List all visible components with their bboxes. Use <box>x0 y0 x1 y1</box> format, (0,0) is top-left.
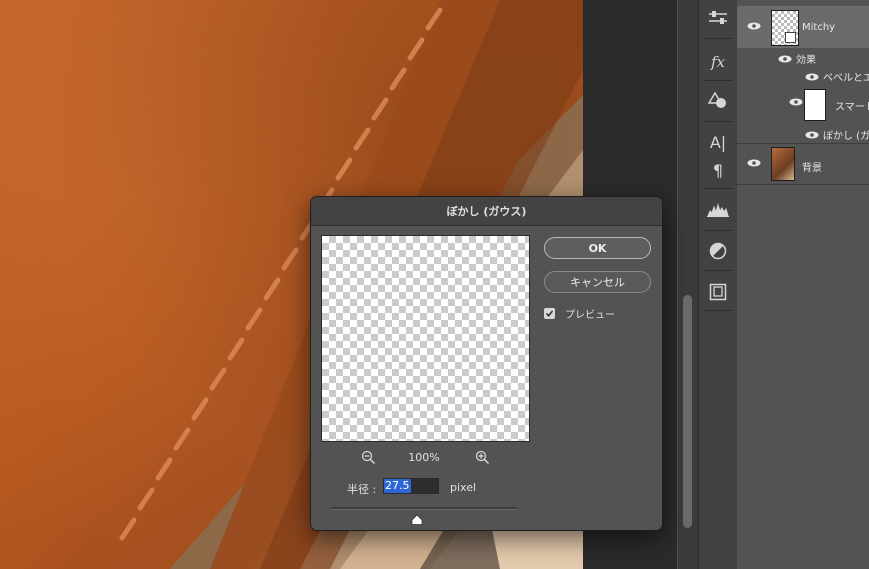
bevel-effect-row[interactable]: ベベルとエ <box>805 69 869 84</box>
divider <box>703 188 733 189</box>
adjustments-icon[interactable] <box>699 4 737 32</box>
scrollbar-thumb[interactable] <box>683 295 692 528</box>
smart-filter-visibility-icon[interactable] <box>789 98 803 106</box>
radius-slider-thumb[interactable] <box>411 510 423 525</box>
checkmark-icon <box>545 310 554 317</box>
adjustment-circle-icon[interactable] <box>699 237 737 265</box>
smart-filter-label: スマート <box>835 102 869 113</box>
effects-label: 効果 <box>796 55 816 66</box>
gaussian-blur-dialog: ぼかし (ガウス) OK キャンセル プレビュー 100% 半径 : 27.5 … <box>310 196 663 531</box>
bevel-visibility-icon[interactable] <box>805 73 819 81</box>
histogram-icon[interactable] <box>699 196 737 224</box>
layer-thumbnail <box>771 10 799 46</box>
layers-panel: Mitchy 効果 ベベルとエ スマート ぼかし (ガ 背景 <box>737 0 869 569</box>
paragraph-icon[interactable]: ¶ <box>699 156 737 184</box>
panel-tool-strip: fx A| ¶ <box>698 0 738 569</box>
layer-name[interactable]: Mitchy <box>802 22 869 33</box>
radius-label: 半径 : <box>347 483 377 496</box>
smart-filter-mask-thumbnail[interactable] <box>804 89 826 121</box>
divider <box>703 230 733 231</box>
unit-label: pixel <box>450 481 477 494</box>
dialog-title: ぼかし (ガウス) <box>311 197 662 226</box>
effects-visibility-icon[interactable] <box>778 55 792 63</box>
filter-preview[interactable] <box>321 235 530 442</box>
cancel-button[interactable]: キャンセル <box>544 271 651 293</box>
radius-selected-text: 27.5 <box>384 479 411 493</box>
bevel-effect-label: ベベルとエ <box>823 73 869 84</box>
smart-object-icon <box>785 32 796 43</box>
preview-label[interactable]: プレビュー <box>565 306 615 321</box>
shape-icon[interactable] <box>699 87 737 115</box>
background-visibility-icon[interactable] <box>747 159 761 167</box>
divider <box>703 270 733 271</box>
radius-slider[interactable] <box>331 507 517 510</box>
effects-row[interactable]: 効果 <box>778 51 869 66</box>
fx-icon[interactable]: fx <box>699 48 737 76</box>
divider <box>703 310 733 311</box>
blur-filter-label: ぼかし (ガ <box>823 131 869 142</box>
divider <box>703 38 733 39</box>
background-thumbnail <box>771 147 795 181</box>
ok-button[interactable]: OK <box>544 237 651 259</box>
divider <box>737 143 869 144</box>
zoom-out-icon[interactable] <box>361 450 376 469</box>
divider <box>737 184 869 185</box>
blur-filter-visibility-icon[interactable] <box>805 131 819 139</box>
zoom-level: 100% <box>408 451 440 464</box>
preview-checkbox[interactable] <box>544 308 555 319</box>
background-layer-name[interactable]: 背景 <box>802 159 862 174</box>
zoom-in-icon[interactable] <box>475 450 490 469</box>
navigator-icon[interactable] <box>699 278 737 306</box>
divider <box>703 80 733 81</box>
blur-filter-row[interactable]: ぼかし (ガ <box>805 127 869 142</box>
divider <box>703 121 733 122</box>
character-icon[interactable]: A| <box>699 128 737 156</box>
